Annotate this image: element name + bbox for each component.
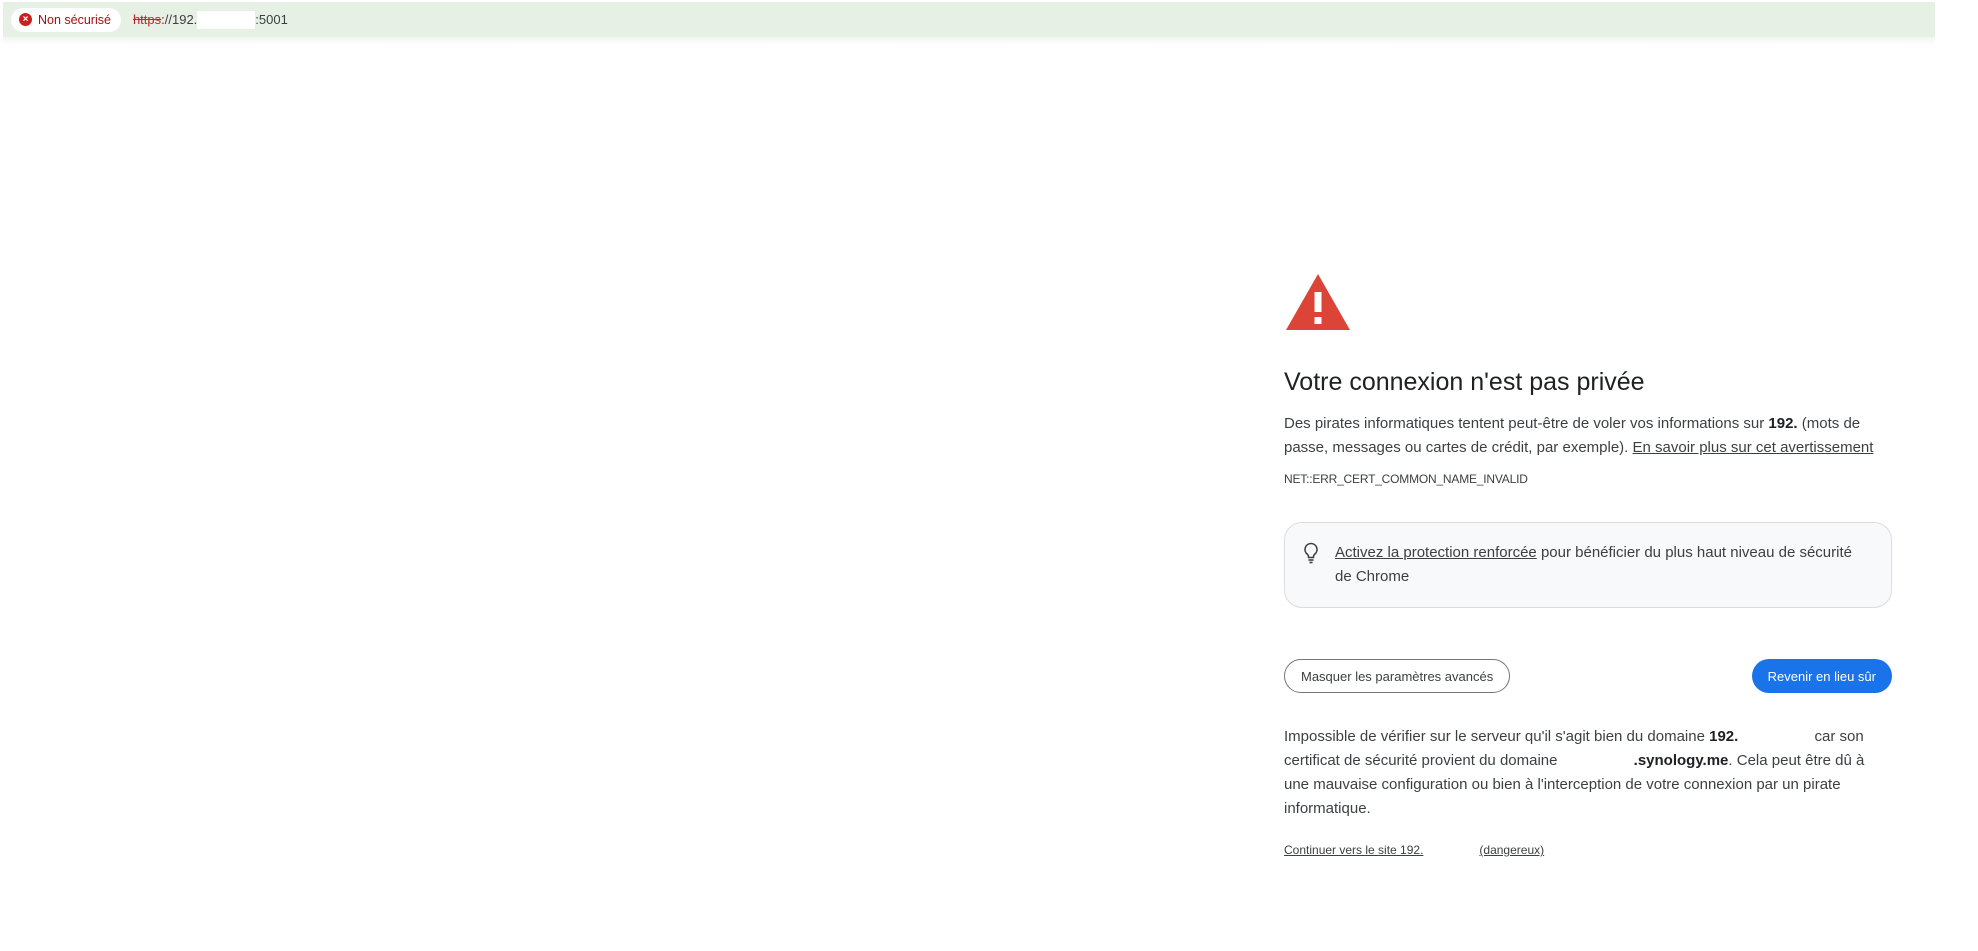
hide-advanced-button[interactable]: Masquer les paramètres avancés [1284, 659, 1511, 693]
enhanced-protection-text: Activez la protection renforcée pour bén… [1335, 541, 1871, 589]
enhanced-protection-link[interactable]: Activez la protection renforcée [1335, 544, 1537, 561]
redacted-area [1738, 729, 1811, 746]
proceed-link-suffix: (dangereux) [1479, 843, 1545, 857]
enhanced-protection-box: Activez la protection renforcée pour bén… [1284, 522, 1892, 608]
proceed-unsafe-link[interactable]: Continuer vers le site 192. (dangereux) [1284, 843, 1544, 857]
details-cert-domain: .synology.me [1633, 752, 1729, 769]
redacted-area [1561, 753, 1634, 770]
error-code: NET::ERR_CERT_COMMON_NAME_INVALID [1284, 472, 1528, 486]
page-title: Votre connexion n'est pas privée [1284, 368, 1645, 396]
proceed-link-prefix: Continuer vers le site 192. [1284, 843, 1424, 857]
security-chip-label: Non sécurisé [38, 12, 111, 27]
address-bar[interactable]: × Non sécurisé https :// 192. :5001 [3, 2, 1935, 45]
lightbulb-icon [1304, 542, 1318, 564]
url-port: :5001 [255, 12, 288, 27]
button-row: Masquer les paramètres avancés Revenir e… [1284, 659, 1892, 693]
learn-more-link[interactable]: En savoir plus sur cet avertissement [1633, 439, 1874, 456]
message-host: 192. [1768, 415, 1798, 432]
message-prefix: Des pirates informatiques tentent peut-ê… [1284, 415, 1769, 432]
redacted-area [197, 10, 256, 29]
url-host-prefix: 192. [171, 12, 198, 27]
details-prefix: Impossible de vérifier sur le serveur qu… [1284, 728, 1710, 745]
url-scheme: https [132, 12, 162, 27]
security-chip[interactable]: × Non sécurisé [11, 7, 121, 32]
not-secure-icon: × [19, 13, 32, 26]
url-separator: :// [161, 12, 172, 27]
details-host: 192. [1709, 728, 1739, 745]
url-text[interactable]: https :// 192. :5001 [132, 10, 288, 29]
back-to-safety-button[interactable]: Revenir en lieu sûr [1751, 659, 1892, 693]
warning-triangle-icon [1286, 274, 1350, 330]
main-message: Des pirates informatiques tentent peut-ê… [1284, 412, 1893, 460]
privacy-error-interstitial: Votre connexion n'est pas privée Des pir… [1284, 272, 1893, 859]
advanced-details: Impossible de vérifier sur le serveur qu… [1284, 725, 1893, 821]
